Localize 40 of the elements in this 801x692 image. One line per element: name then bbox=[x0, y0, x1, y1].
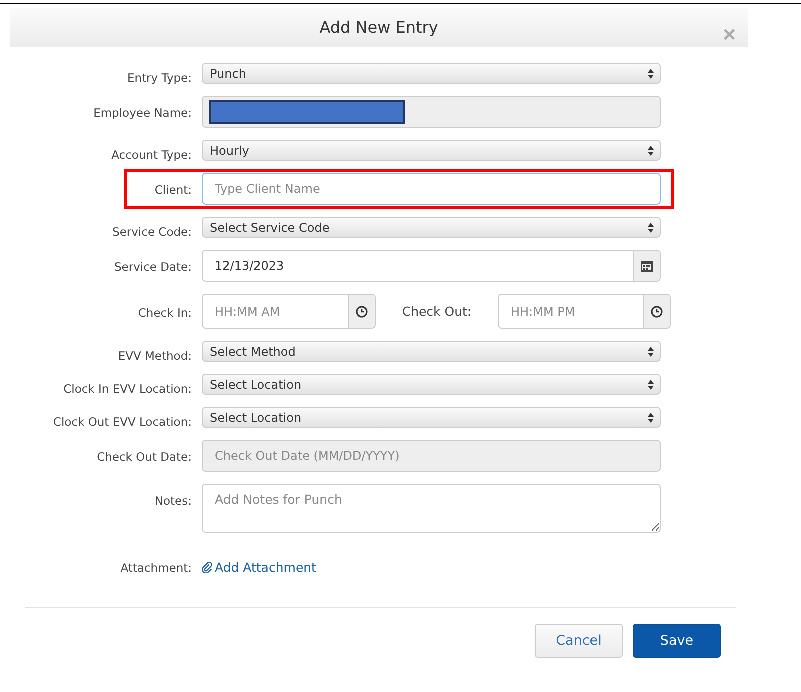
clock-icon bbox=[356, 306, 368, 318]
field-label: Employee Name: bbox=[92, 105, 192, 120]
updown-icon bbox=[648, 346, 654, 356]
field-label: EVV Method: bbox=[117, 348, 192, 362]
select-field[interactable]: Select Service Code bbox=[202, 217, 661, 238]
notes-field[interactable]: Add Notes for Punch bbox=[202, 484, 661, 533]
time-field[interactable]: HH:MM AM bbox=[203, 295, 348, 328]
field-label: Attachment: bbox=[120, 560, 192, 575]
updown-icon bbox=[648, 146, 654, 156]
updown-icon bbox=[648, 412, 654, 422]
add-attachment-link[interactable]: Add Attachment bbox=[202, 554, 316, 574]
select-field[interactable]: Select Location bbox=[202, 374, 661, 395]
time-field[interactable]: HH:MM PM bbox=[499, 295, 643, 328]
field-label: Clock Out EVV Location: bbox=[52, 414, 192, 428]
calendar-icon bbox=[641, 260, 653, 272]
time-picker[interactable]: HH:MM AM bbox=[202, 294, 376, 329]
select-field[interactable]: Punch bbox=[202, 63, 661, 84]
field-label: Check In: bbox=[137, 304, 192, 320]
select-field[interactable]: Select Location bbox=[202, 407, 661, 428]
field-label: Check Out: bbox=[401, 304, 473, 319]
select-field[interactable]: Select Method bbox=[202, 341, 661, 362]
field-label: Client: bbox=[154, 182, 192, 197]
paperclip-icon bbox=[202, 562, 213, 572]
updown-icon bbox=[648, 68, 654, 78]
time-picker[interactable]: HH:MM PM bbox=[498, 294, 671, 329]
updown-icon bbox=[648, 380, 654, 390]
field-label: Check Out Date: bbox=[96, 449, 192, 464]
input-field[interactable]: Type Client Name bbox=[203, 174, 660, 204]
field-label: Entry Type: bbox=[126, 70, 192, 84]
field-label: Clock In EVV Location: bbox=[62, 380, 192, 396]
cancel-button[interactable]: Cancel bbox=[535, 624, 623, 658]
field-label: Notes: bbox=[154, 494, 192, 508]
clock-icon bbox=[651, 306, 663, 318]
field-label: Service Code: bbox=[112, 224, 192, 238]
field-label: Service Date: bbox=[113, 259, 192, 274]
select-field[interactable]: Hourly bbox=[202, 140, 661, 161]
save-button[interactable]: Save bbox=[633, 624, 721, 658]
updown-icon bbox=[648, 222, 654, 232]
dialog-title: Add New Entry bbox=[320, 18, 438, 37]
field-label: Account Type: bbox=[110, 146, 192, 162]
